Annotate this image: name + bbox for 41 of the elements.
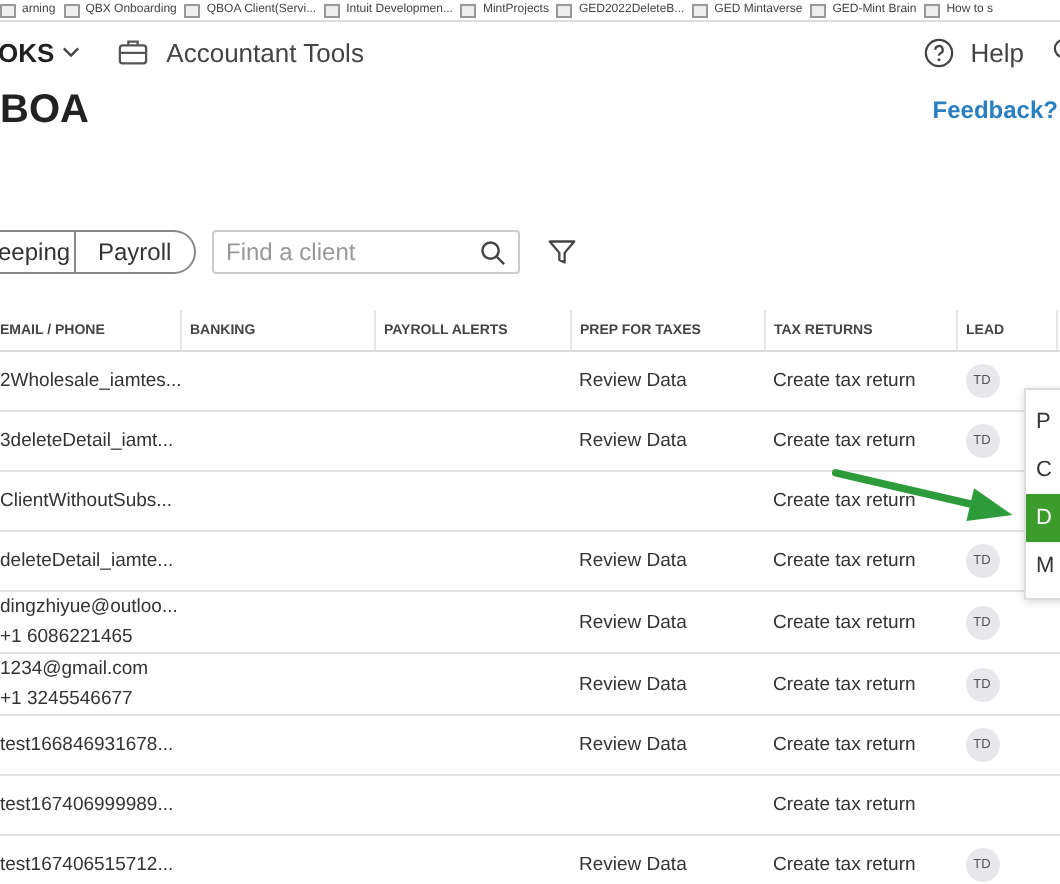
phone-text: +1 3245546677 — [0, 686, 135, 714]
email-text: test167406515712... — [0, 852, 176, 880]
create-tax-return-link[interactable]: Create tax return — [773, 611, 916, 633]
chevron-down-icon[interactable] — [62, 46, 81, 58]
create-tax-return-link[interactable]: Create tax return — [773, 734, 916, 756]
create-tax-return-link[interactable]: Create tax return — [773, 370, 916, 392]
phone-text: +1 6086221465 — [0, 624, 135, 652]
email-text: 1234@gmail.com — [0, 656, 151, 684]
review-data-link[interactable]: Review Data — [579, 854, 687, 876]
email-text: 3deleteDetail_iamt... — [0, 428, 176, 456]
create-tax-return-link[interactable]: Create tax return — [773, 794, 916, 816]
review-data-link[interactable]: Review Data — [579, 370, 687, 392]
help-icon — [924, 37, 955, 67]
create-tax-return-link[interactable]: Create tax return — [773, 854, 916, 876]
create-tax-return-link[interactable]: Create tax return — [773, 673, 916, 695]
email-text: ClientWithoutSubs... — [0, 488, 175, 516]
briefcase-icon — [118, 38, 149, 66]
create-tax-return-link[interactable]: Create tax return — [773, 430, 916, 452]
review-data-link[interactable]: Review Data — [579, 673, 687, 695]
filter-icon[interactable] — [548, 238, 576, 266]
review-data-link[interactable]: Review Data — [579, 734, 687, 756]
menu-item[interactable]: D — [1026, 494, 1060, 542]
create-tax-return-link[interactable]: Create tax return — [773, 550, 916, 572]
segment-tab[interactable]: Payroll — [76, 230, 196, 274]
accountant-tools-button[interactable]: Accountant Tools — [118, 37, 364, 67]
menu-item[interactable]: C — [1026, 446, 1060, 494]
create-tax-return-link[interactable]: Create tax return — [773, 490, 916, 512]
review-data-link[interactable]: Review Data — [579, 611, 687, 633]
review-data-link[interactable]: Review Data — [579, 430, 687, 452]
page-title: BOA — [0, 87, 89, 133]
menu-item[interactable]: M — [1026, 542, 1060, 590]
email-text: 2Wholesale_iamtes... — [0, 368, 181, 396]
email-text: dingzhiyue@outloo... — [0, 594, 180, 622]
email-text: test167406999989... — [0, 792, 176, 820]
menu-item[interactable]: P — [1026, 398, 1060, 446]
feedback-link[interactable]: Feedback? — [932, 96, 1058, 124]
search-field[interactable]: Find a client — [212, 230, 520, 274]
email-text: deleteDetail_iamte... — [0, 548, 176, 576]
review-data-link[interactable]: Review Data — [579, 550, 687, 572]
help-button[interactable]: Help — [924, 37, 1024, 67]
email-text: test166846931678... — [0, 732, 176, 760]
